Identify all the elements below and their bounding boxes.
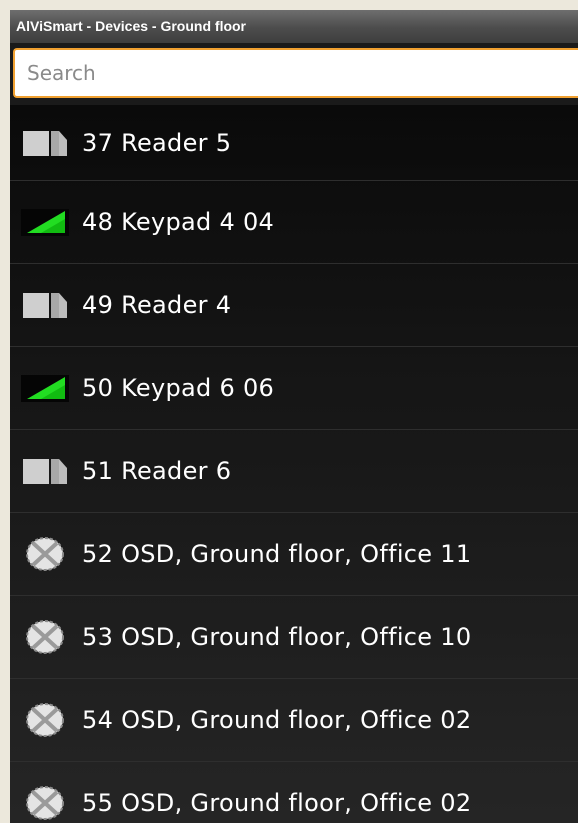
device-label: 51 Reader 6 [82, 457, 232, 485]
device-row[interactable]: 54 OSD, Ground floor, Office 02 [10, 679, 578, 762]
device-label: 50 Keypad 6 06 [82, 374, 275, 402]
osd-icon [20, 534, 70, 574]
reader-icon [20, 451, 70, 491]
device-label: 49 Reader 4 [82, 291, 232, 319]
reader-icon [20, 285, 70, 325]
device-row[interactable]: 50 Keypad 6 06 [10, 347, 578, 430]
osd-icon [20, 700, 70, 740]
keypad-icon [20, 202, 70, 242]
window-title: AlViSmart - Devices - Ground floor [10, 10, 578, 43]
device-row[interactable]: 52 OSD, Ground floor, Office 11 [10, 513, 578, 596]
device-row[interactable]: 48 Keypad 4 04 [10, 181, 578, 264]
osd-icon [20, 617, 70, 657]
device-row[interactable]: 55 OSD, Ground floor, Office 02 [10, 762, 578, 823]
device-label: 53 OSD, Ground floor, Office 10 [82, 623, 472, 651]
device-label: 37 Reader 5 [82, 128, 232, 157]
device-list: 37 Reader 5 48 Keypad 4 04 49 Reader 4 5… [10, 105, 578, 823]
osd-icon [20, 783, 70, 823]
device-label: 48 Keypad 4 04 [82, 208, 275, 236]
search-input[interactable] [13, 48, 578, 98]
device-row[interactable]: 37 Reader 5 [10, 105, 578, 181]
device-row[interactable]: 49 Reader 4 [10, 264, 578, 347]
device-label: 54 OSD, Ground floor, Office 02 [82, 706, 472, 734]
device-label: 55 OSD, Ground floor, Office 02 [82, 789, 472, 817]
keypad-icon [20, 368, 70, 408]
search-bar [10, 43, 578, 105]
reader-icon [20, 123, 70, 163]
device-row[interactable]: 51 Reader 6 [10, 430, 578, 513]
device-row[interactable]: 53 OSD, Ground floor, Office 10 [10, 596, 578, 679]
app-frame: AlViSmart - Devices - Ground floor 37 Re… [10, 10, 578, 823]
device-label: 52 OSD, Ground floor, Office 11 [82, 540, 472, 568]
